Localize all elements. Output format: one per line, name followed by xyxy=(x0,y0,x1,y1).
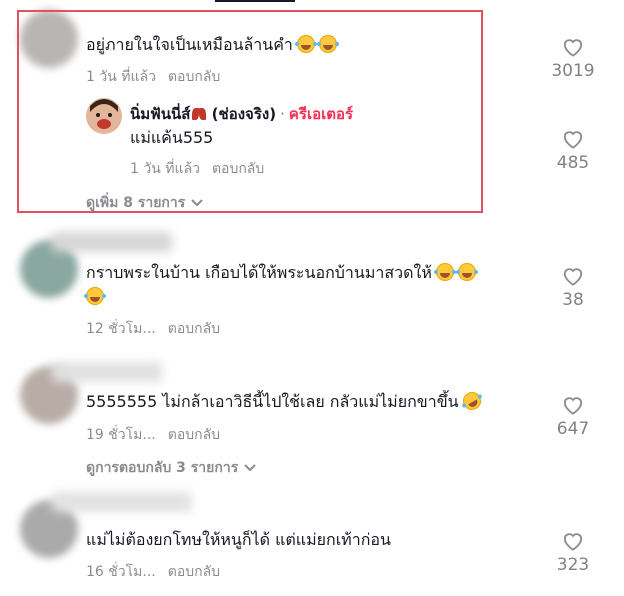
comment-text: กราบพระในบ้าน เกือบได้ให้พระนอกบ้านมาสวด… xyxy=(84,261,478,309)
like-count: 485 xyxy=(556,153,590,173)
view-replies-label: ดูการตอบกลับ 3 รายการ xyxy=(86,460,239,476)
emoji-laugh-icon xyxy=(455,263,478,281)
comment-text: แม่ไม่ต้องยกโทษให้หนูก็ได้ แต่แม่ยกเท้าก… xyxy=(86,530,391,549)
like-count: 647 xyxy=(556,419,590,439)
like-count: 3019 xyxy=(551,61,595,81)
like-button[interactable]: 485 xyxy=(543,129,603,173)
like-button[interactable]: 38 xyxy=(543,266,603,310)
comment-time: 12 ชั่วโม... xyxy=(86,321,156,337)
heart-outline-icon xyxy=(563,268,583,286)
comment-text: 5555555 ไม่กล้าเอาวิธีนี้ไปใช้เลย กลัวแม… xyxy=(86,388,484,414)
emoji-laugh-icon xyxy=(84,287,106,305)
chevron-down-icon xyxy=(244,464,256,472)
like-button[interactable]: 3019 xyxy=(543,37,603,81)
emoji-rofl-icon xyxy=(459,388,484,414)
comment-time: 16 ชั่วโม... xyxy=(86,564,156,580)
heart-outline-icon xyxy=(563,131,583,149)
heart-outline-icon xyxy=(563,533,583,551)
like-button[interactable]: 323 xyxy=(543,531,603,575)
reply-button[interactable]: ตอบกลับ xyxy=(168,564,220,580)
username-blurred xyxy=(52,232,172,252)
reply-button[interactable]: ตอบกลับ xyxy=(168,321,220,337)
view-replies-button[interactable]: ดูการตอบกลับ 3 รายการ xyxy=(86,457,256,479)
comment-meta: 12 ชั่วโม... ตอบกลับ xyxy=(86,318,220,340)
username-blurred xyxy=(52,362,162,382)
reply-button[interactable]: ตอบกลับ xyxy=(168,427,220,443)
highlight-box xyxy=(17,10,483,213)
username-blurred xyxy=(52,492,192,512)
comment-time: 19 ชั่วโม... xyxy=(86,427,156,443)
like-button[interactable]: 647 xyxy=(543,395,603,439)
comment-meta: 19 ชั่วโม... ตอบกลับ xyxy=(86,424,220,446)
comment-meta: 16 ชั่วโม... ตอบกลับ xyxy=(86,561,220,583)
emoji-laugh-icon xyxy=(433,263,456,281)
heart-outline-icon xyxy=(563,39,583,57)
like-count: 38 xyxy=(562,290,584,310)
like-count: 323 xyxy=(556,555,590,575)
active-tab-indicator xyxy=(215,0,295,2)
heart-outline-icon xyxy=(563,397,583,415)
